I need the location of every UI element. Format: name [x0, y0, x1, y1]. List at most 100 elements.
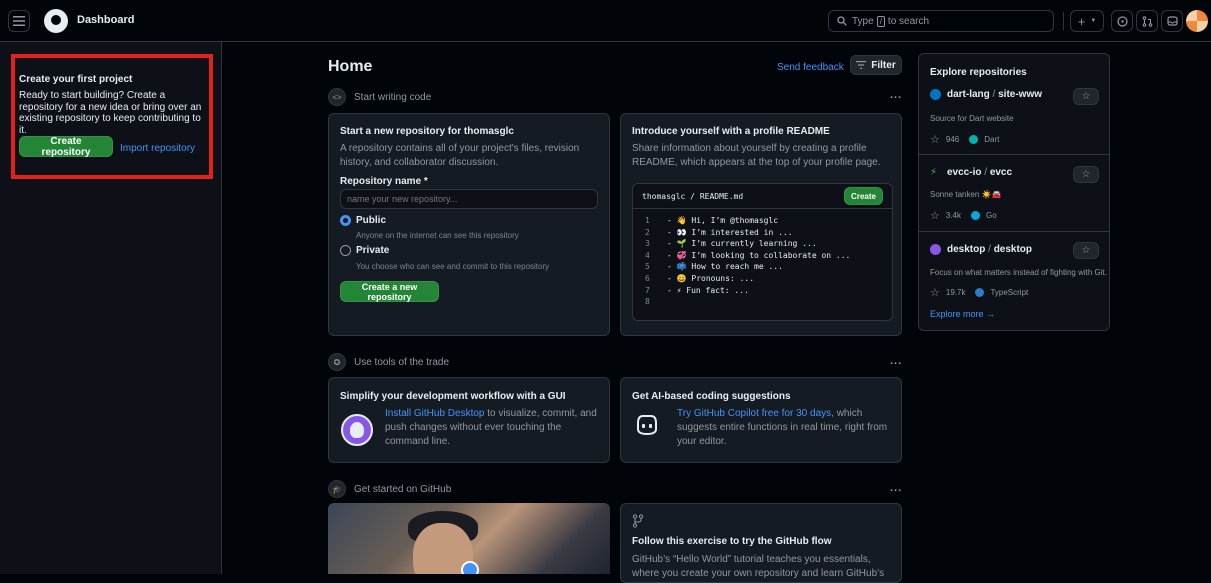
create-new-menu-button[interactable]: + ▼: [1070, 10, 1104, 32]
private-radio[interactable]: [340, 245, 351, 256]
public-description: Anyone on the internet can see this repo…: [356, 231, 519, 240]
divider: [919, 154, 1109, 155]
section-get-started: 🎓 Get started on GitHub: [328, 479, 451, 499]
language-name: Dart: [984, 135, 1000, 144]
line-number: 5: [645, 262, 650, 272]
profile-readme-card: Introduce yourself with a profile README…: [620, 113, 902, 336]
inbox-icon: [1166, 16, 1178, 26]
code-icon: <>: [328, 88, 346, 106]
copilot-card: Get AI-based coding suggestions Try GitH…: [620, 377, 902, 463]
language-name: TypeScript: [990, 288, 1029, 297]
new-repo-card-title: Start a new repository for thomasglc: [340, 126, 514, 137]
section-more-button[interactable]: ...: [890, 482, 902, 494]
github-desktop-icon: [341, 414, 373, 446]
github-desktop-card: Simplify your development workflow with …: [328, 377, 610, 463]
line-text: - 👀 I’m interested in ...: [667, 227, 793, 237]
user-avatar[interactable]: [1186, 10, 1208, 32]
section-title: Get started on GitHub: [354, 483, 452, 495]
header-divider: [1063, 12, 1064, 30]
try-copilot-link[interactable]: Try GitHub Copilot free for 30 days,: [677, 408, 834, 419]
owner-avatar-icon: [930, 244, 941, 255]
repo-name: evcc: [989, 167, 1013, 178]
lightbulb-icon: ✪: [328, 353, 346, 371]
import-repository-link[interactable]: Import repository: [120, 143, 195, 154]
mortarboard-icon: 🎓: [328, 480, 346, 498]
chevron-down-icon: ▼: [1090, 18, 1097, 24]
language-name: Go: [986, 211, 997, 220]
star-button[interactable]: ☆: [1073, 166, 1099, 183]
bolt-icon: ⚡: [930, 167, 938, 178]
section-more-button[interactable]: ...: [890, 355, 902, 367]
line-number: 8: [645, 297, 650, 307]
star-button[interactable]: ☆: [1073, 88, 1099, 105]
line-text: - 😄 Pronouns: ...: [667, 273, 755, 283]
explore-title: Explore repositories: [930, 67, 1027, 78]
explore-more-link[interactable]: Explore more →: [930, 309, 995, 319]
line-text: - 🌱 I’m currently learning ...: [667, 239, 817, 249]
code-line: 2 - 👀 I’m interested in ...: [645, 227, 892, 239]
code-line: 5 - 📫 How to reach me ...: [645, 261, 892, 273]
create-repository-button[interactable]: Create repository: [19, 136, 113, 158]
readme-path-separator: /: [685, 191, 700, 201]
repo-name-input[interactable]: [340, 189, 598, 209]
copilot-card-title: Get AI-based coding suggestions: [632, 391, 791, 402]
repo-description: Sonne tanken ☀️🚘: [930, 190, 1002, 199]
hello-world-video-thumbnail[interactable]: [328, 503, 610, 574]
top-header: Dashboard Type / to search + ▼: [0, 0, 1211, 42]
code-line: 7 - ⚡ Fun fact: ...: [645, 285, 892, 297]
line-number: 4: [645, 250, 650, 260]
repo-link[interactable]: desktop / desktop: [930, 244, 1032, 255]
star-count-icon: ☆: [930, 210, 940, 222]
line-number: 6: [645, 273, 650, 283]
filter-icon: [856, 61, 867, 69]
readme-card-description: Share information about yourself by crea…: [632, 143, 881, 168]
filter-label: Filter: [871, 59, 896, 71]
page-title: Home: [328, 58, 373, 75]
filter-button[interactable]: Filter: [850, 55, 902, 75]
new-repo-card-description: A repository contains all of your projec…: [340, 143, 580, 168]
create-readme-button[interactable]: Create: [844, 187, 883, 205]
language-color-dot: [969, 135, 979, 144]
private-label: Private: [356, 245, 390, 256]
copilot-icon: [637, 415, 657, 436]
install-desktop-link[interactable]: Install GitHub Desktop: [385, 408, 485, 419]
create-new-repository-button[interactable]: Create a new repository: [340, 281, 439, 302]
send-feedback-link[interactable]: Send feedback: [777, 62, 844, 73]
repo-link[interactable]: ⚡ evcc-io / evcc: [930, 167, 1012, 178]
star-button[interactable]: ☆: [1073, 242, 1099, 259]
search-icon: [837, 16, 847, 26]
repo-link[interactable]: dart-lang / site-www: [930, 89, 1042, 100]
flow-card-title: Follow this exercise to try the GitHub f…: [632, 536, 832, 547]
first-project-description: Ready to start building? Create a reposi…: [19, 90, 202, 136]
section-tools: ✪ Use tools of the trade: [328, 352, 449, 372]
repo-owner: desktop: [947, 244, 986, 255]
repo-separator: /: [989, 89, 999, 100]
pull-requests-button[interactable]: [1136, 10, 1158, 32]
line-text: - 📫 How to reach me ...: [667, 262, 783, 272]
code-line: 4 - 💞️ I’m looking to collaborate on ...: [645, 250, 892, 262]
repo-name: site-www: [998, 89, 1043, 100]
repo-name-label: Repository name *: [340, 176, 428, 187]
inbox-button[interactable]: [1161, 10, 1183, 32]
page-context-title[interactable]: Dashboard: [77, 14, 134, 26]
public-radio[interactable]: [340, 215, 351, 226]
github-flow-card: Follow this exercise to try the GitHub f…: [620, 503, 902, 583]
private-description: You choose who can see and commit to thi…: [356, 262, 550, 271]
star-icon: ☆: [1081, 245, 1091, 256]
search-input[interactable]: Type / to search: [828, 10, 1054, 32]
repo-meta: ☆ 3.4k Go: [930, 209, 997, 222]
readme-code-lines: 1 - 👋 Hi, I’m @thomasglc 2 - 👀 I’m interest…: [633, 209, 892, 308]
line-text: - 👋 Hi, I’m @thomasglc: [667, 216, 779, 225]
play-icon[interactable]: [461, 561, 479, 574]
star-count-icon: ☆: [930, 134, 940, 146]
menu-button[interactable]: [8, 10, 30, 32]
section-more-button[interactable]: ...: [890, 89, 902, 101]
divider: [919, 231, 1109, 232]
flow-card-description: GitHub’s “Hello World” tutorial teaches …: [632, 554, 885, 579]
github-logo-icon[interactable]: [44, 9, 68, 33]
language-color-dot: [971, 211, 980, 220]
line-number: 3: [645, 239, 650, 249]
issues-button[interactable]: [1111, 10, 1133, 32]
explore-repositories-panel: Explore repositories dart-lang / site-ww…: [918, 53, 1110, 331]
line-number: 2: [645, 227, 650, 237]
